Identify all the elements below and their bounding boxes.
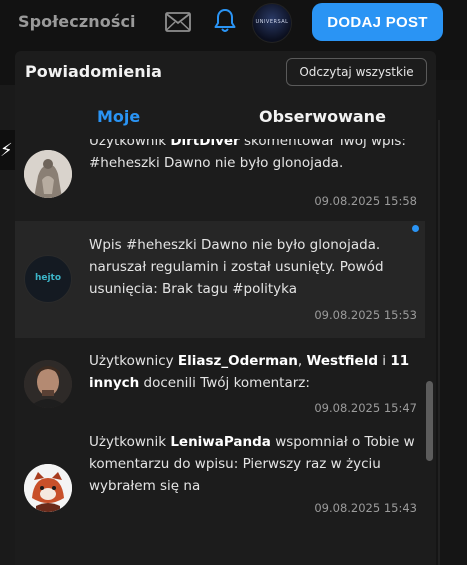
- notifications-list: Użytkownik DirtDiver skomentował Twój wp…: [15, 139, 436, 565]
- tab-moje[interactable]: Moje: [97, 107, 140, 126]
- top-navigation: Społeczności UNIVERSAL DODAJ POST: [0, 0, 467, 44]
- scrollbar-track[interactable]: [426, 147, 434, 565]
- sculpture-avatar: [24, 150, 72, 198]
- add-post-button[interactable]: DODAJ POST: [312, 3, 443, 41]
- red-panda-avatar: [24, 464, 72, 512]
- notifications-panel: Powiadomienia Odczytaj wszystkie Moje Ob…: [15, 51, 436, 565]
- notification-text: Użytkownik DirtDiver skomentował Twój wp…: [89, 139, 419, 174]
- notification-date: 09.08.2025 15:53: [314, 308, 417, 322]
- user-avatar[interactable]: UNIVERSAL: [252, 3, 292, 43]
- background-content: [436, 80, 467, 565]
- mail-icon[interactable]: [165, 12, 191, 32]
- avatar-logo-text: UNIVERSAL: [255, 19, 289, 25]
- notification-item[interactable]: Użytkownicy Eliasz_Oderman, Westfield i …: [15, 338, 425, 422]
- unread-indicator: [412, 225, 419, 232]
- notification-text: Użytkownik LeniwaPanda wspomniał o Tobie…: [89, 434, 415, 494]
- hejto-logo-avatar: hejto: [24, 255, 72, 303]
- tab-obserwowane[interactable]: Obserwowane: [259, 107, 386, 126]
- notification-item-unread[interactable]: hejto Wpis #heheszki Dawno nie było glon…: [15, 221, 425, 338]
- username-link[interactable]: Westfield: [306, 353, 378, 369]
- man-portrait-avatar: [24, 360, 72, 408]
- notification-date: 09.08.2025 15:58: [314, 194, 417, 208]
- bell-icon[interactable]: [213, 8, 237, 34]
- notification-item[interactable]: Użytkownik LeniwaPanda wspomniał o Tobie…: [15, 422, 425, 565]
- panel-title: Powiadomienia: [25, 62, 162, 81]
- notification-text: Wpis #heheszki Dawno nie było glonojada.…: [89, 237, 384, 297]
- notification-date: 09.08.2025 15:47: [314, 401, 417, 415]
- username-link[interactable]: Eliasz_Oderman: [178, 353, 298, 369]
- notification-item[interactable]: Użytkownik DirtDiver skomentował Twój wp…: [15, 139, 425, 221]
- lightning-icon: ⚡: [0, 140, 13, 161]
- username-link[interactable]: DirtDiver: [170, 139, 239, 149]
- scrollbar-thumb[interactable]: [426, 381, 433, 461]
- read-all-button[interactable]: Odczytaj wszystkie: [286, 58, 427, 86]
- communities-link[interactable]: Społeczności: [18, 12, 136, 31]
- notification-date: 09.08.2025 15:43: [314, 501, 417, 515]
- username-link[interactable]: LeniwaPanda: [170, 434, 271, 450]
- notification-text: Użytkownicy Eliasz_Oderman, Westfield i …: [89, 353, 410, 391]
- background-divider: [438, 120, 440, 565]
